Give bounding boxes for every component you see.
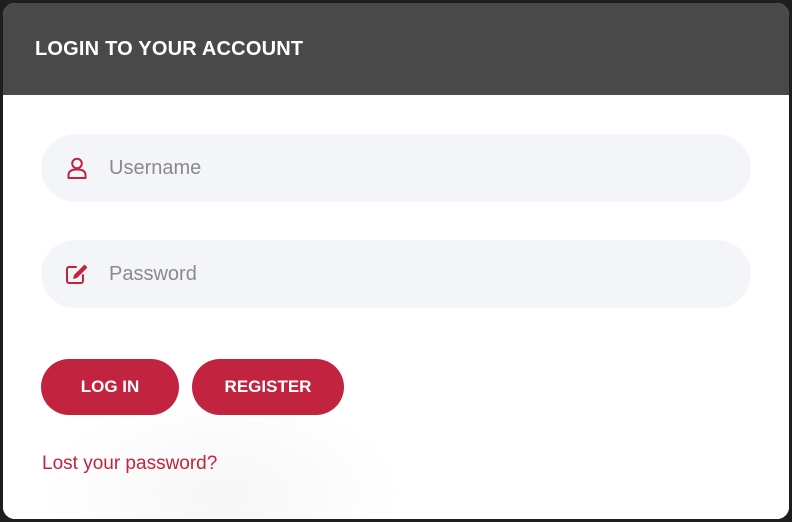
modal-header: LOGIN TO YOUR ACCOUNT bbox=[3, 3, 789, 95]
password-field[interactable] bbox=[41, 240, 751, 308]
password-input[interactable] bbox=[109, 254, 709, 294]
edit-icon bbox=[65, 262, 89, 286]
modal-title: LOGIN TO YOUR ACCOUNT bbox=[35, 37, 304, 60]
username-input[interactable] bbox=[109, 148, 709, 188]
username-field[interactable] bbox=[41, 134, 751, 202]
modal-body: LOG IN REGISTER Lost your password? bbox=[3, 95, 789, 519]
login-modal: LOGIN TO YOUR ACCOUNT LOG IN REGISTER bbox=[3, 3, 789, 519]
user-icon bbox=[65, 156, 89, 180]
login-button[interactable]: LOG IN bbox=[41, 359, 179, 415]
register-button[interactable]: REGISTER bbox=[192, 359, 344, 415]
forgot-password-link[interactable]: Lost your password? bbox=[42, 453, 217, 475]
